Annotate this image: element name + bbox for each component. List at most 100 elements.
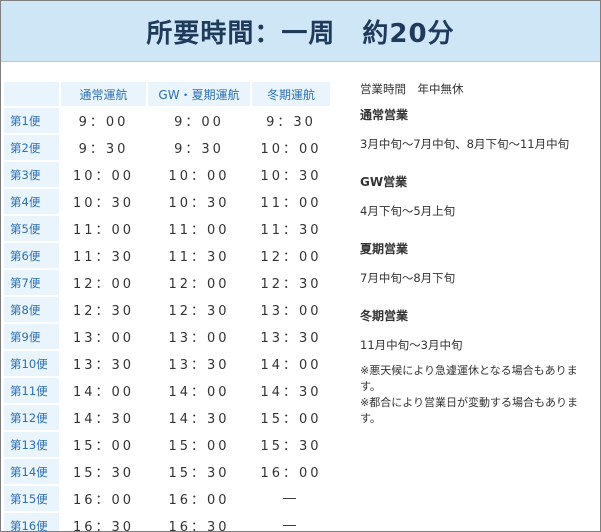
table-row: 第7便 12：00 12：00 12：30 — [4, 270, 330, 295]
operating-info: 営業時間 年中無休 通常営業 3月中旬～7月中旬、8月下旬～11月中旬 GW営業… — [360, 81, 600, 427]
row-label: 第10便 — [4, 351, 59, 376]
table-row: 第3便 10：00 10：00 10：30 — [4, 162, 330, 187]
timetable-body: 第1便 9：00 9：00 9：30 第2便 9：30 9：30 10：00 第3便 10：00 1… — [4, 108, 330, 531]
section-title-winter: 冬期営業 — [360, 309, 409, 323]
note-schedule-line2: す。 — [360, 412, 381, 425]
header-corner — [4, 82, 59, 106]
cell-gw-summer: 10：30 — [148, 189, 250, 214]
section-body-gw: 4月下旬～5月上旬 — [360, 204, 456, 218]
cell-normal: 9：00 — [61, 108, 146, 133]
table-row: 第5便 11：00 11：00 11：30 — [4, 216, 330, 241]
row-label: 第13便 — [4, 432, 59, 457]
title-banner: 所要時間：一周 約20分 — [1, 1, 600, 62]
column-header-normal: 通常運航 — [61, 82, 146, 106]
cell-gw-summer: 15：30 — [148, 459, 250, 484]
table-row: 第16便 16：30 16：30 ― — [4, 513, 330, 531]
section-body-winter: 11月中旬～3月中旬 — [360, 338, 463, 352]
table-row: 第13便 15：00 15：00 15：30 — [4, 432, 330, 457]
section-title-summer: 夏期営業 — [360, 242, 409, 256]
cell-winter: 14：30 — [252, 378, 330, 403]
cell-normal: 13：00 — [61, 324, 146, 349]
cell-normal: 11：30 — [61, 243, 146, 268]
cell-winter: 12：00 — [252, 243, 330, 268]
table-row: 第14便 15：30 15：30 16：00 — [4, 459, 330, 484]
cell-winter: 15：30 — [252, 432, 330, 457]
page-title: 所要時間：一周 約20分 — [146, 18, 455, 49]
cell-gw-summer: 13：30 — [148, 351, 250, 376]
cell-normal: 13：30 — [61, 351, 146, 376]
row-label: 第16便 — [4, 513, 59, 531]
table-row: 第4便 10：30 10：30 11：00 — [4, 189, 330, 214]
cell-gw-summer: 16：30 — [148, 513, 250, 531]
cell-normal: 12：30 — [61, 297, 146, 322]
cell-gw-summer: 11：30 — [148, 243, 250, 268]
row-label: 第12便 — [4, 405, 59, 430]
cell-normal: 10：00 — [61, 162, 146, 187]
cell-gw-summer: 13：00 — [148, 324, 250, 349]
cell-winter: 14：00 — [252, 351, 330, 376]
table-row: 第12便 14：30 14：30 15：00 — [4, 405, 330, 430]
cell-winter: 12：30 — [252, 270, 330, 295]
note-schedule: ※都合により営業日が変動する場合もありま す。 — [360, 395, 600, 427]
note-weather-line2: す。 — [360, 380, 381, 393]
cell-gw-summer: 16：00 — [148, 486, 250, 511]
cell-gw-summer: 14：30 — [148, 405, 250, 430]
row-label: 第6便 — [4, 243, 59, 268]
cell-normal: 10：30 — [61, 189, 146, 214]
column-header-winter: 冬期運航 — [252, 82, 330, 106]
section-title-gw: GW営業 — [360, 175, 408, 189]
row-label: 第5便 — [4, 216, 59, 241]
business-hours: 営業時間 年中無休 — [360, 82, 464, 96]
cell-gw-summer: 10：00 — [148, 162, 250, 187]
cell-normal: 14：00 — [61, 378, 146, 403]
cell-winter: 9：30 — [252, 108, 330, 133]
table-row: 第10便 13：30 13：30 14：00 — [4, 351, 330, 376]
cell-winter: ― — [252, 513, 330, 531]
row-label: 第9便 — [4, 324, 59, 349]
row-label: 第2便 — [4, 135, 59, 160]
cell-normal: 9：30 — [61, 135, 146, 160]
cell-winter: 16：00 — [252, 459, 330, 484]
row-label: 第7便 — [4, 270, 59, 295]
cell-winter: ― — [252, 486, 330, 511]
row-label: 第8便 — [4, 297, 59, 322]
cell-gw-summer: 12：30 — [148, 297, 250, 322]
timetable-header-row: 通常運航 GW・夏期運航 冬期運航 — [4, 82, 330, 106]
table-row: 第1便 9：00 9：00 9：30 — [4, 108, 330, 133]
cell-winter: 10：00 — [252, 135, 330, 160]
table-row: 第2便 9：30 9：30 10：00 — [4, 135, 330, 160]
table-row: 第8便 12：30 12：30 13：00 — [4, 297, 330, 322]
section-body-summer: 7月中旬～8月下旬 — [360, 271, 456, 285]
cell-winter: 11：30 — [252, 216, 330, 241]
cell-winter: 13：30 — [252, 324, 330, 349]
row-label: 第15便 — [4, 486, 59, 511]
table-row: 第11便 14：00 14：00 14：30 — [4, 378, 330, 403]
row-label: 第4便 — [4, 189, 59, 214]
cell-gw-summer: 15：00 — [148, 432, 250, 457]
cell-winter: 11：00 — [252, 189, 330, 214]
row-label: 第1便 — [4, 108, 59, 133]
cell-gw-summer: 9：30 — [148, 135, 250, 160]
cell-gw-summer: 14：00 — [148, 378, 250, 403]
table-row: 第15便 16：00 16：00 ― — [4, 486, 330, 511]
cell-gw-summer: 12：00 — [148, 270, 250, 295]
cell-normal: 15：00 — [61, 432, 146, 457]
section-title-normal: 通常営業 — [360, 108, 409, 122]
cell-winter: 15：00 — [252, 405, 330, 430]
note-schedule-line1: ※都合により営業日が変動する場合もありま — [360, 396, 578, 409]
cell-normal: 16：30 — [61, 513, 146, 531]
cell-normal: 15：30 — [61, 459, 146, 484]
note-weather: ※悪天候により急遽運休となる場合もありま す。 — [360, 363, 600, 395]
section-body-normal: 3月中旬～7月中旬、8月下旬～11月中旬 — [360, 137, 570, 151]
page-frame: 所要時間：一周 約20分 通常運航 GW・夏期運航 冬期運航 第1便 9：00 9：… — [0, 0, 601, 532]
column-header-gw-summer: GW・夏期運航 — [148, 82, 250, 106]
table-row: 第9便 13：00 13：00 13：30 — [4, 324, 330, 349]
row-label: 第11便 — [4, 378, 59, 403]
cell-winter: 10：30 — [252, 162, 330, 187]
note-weather-line1: ※悪天候により急遽運休となる場合もありま — [360, 364, 578, 377]
cell-normal: 16：00 — [61, 486, 146, 511]
cell-gw-summer: 9：00 — [148, 108, 250, 133]
cell-normal: 14：30 — [61, 405, 146, 430]
row-label: 第14便 — [4, 459, 59, 484]
row-label: 第3便 — [4, 162, 59, 187]
